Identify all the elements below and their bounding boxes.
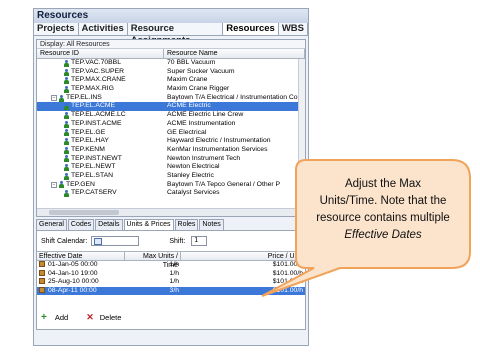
callout-line-2: Units/Time. Note that the	[319, 195, 447, 207]
callout-text: Adjust the Max Units/Time. Note that the…	[296, 176, 470, 244]
callout-line-3: resource contains multiple	[316, 212, 450, 224]
callout-line-1: Adjust the Max	[344, 178, 422, 190]
callout-line-4: Effective Dates	[344, 229, 422, 241]
